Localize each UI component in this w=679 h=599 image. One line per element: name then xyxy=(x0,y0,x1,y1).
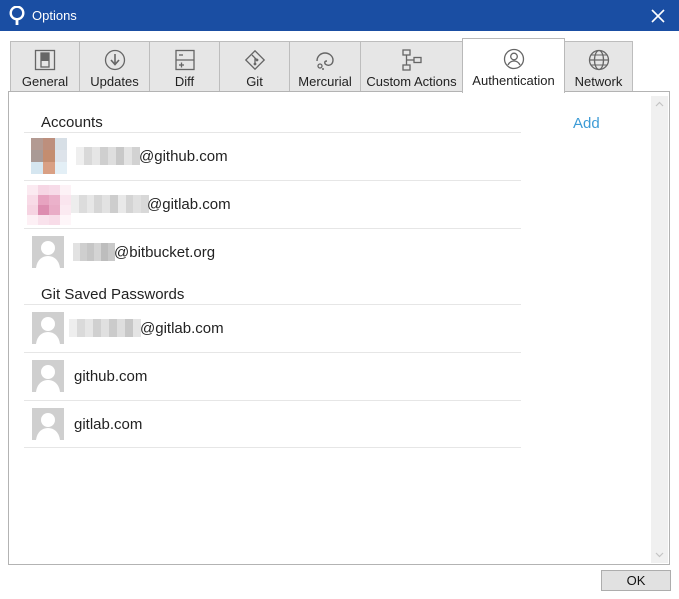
add-account-link[interactable]: Add xyxy=(573,115,600,132)
saved-password-label: github.com xyxy=(74,368,148,385)
tab-label: General xyxy=(21,74,69,89)
saved-password-row[interactable]: @gitlab.com xyxy=(24,304,521,352)
default-avatar-icon xyxy=(32,360,64,392)
tab-strip: General Updates Diff Git Mercurial Custo… xyxy=(10,38,650,93)
default-avatar-icon xyxy=(32,312,64,344)
download-circle-icon xyxy=(104,49,125,71)
git-saved-passwords-header: Git Saved Passwords xyxy=(41,286,185,303)
saved-password-label: @gitlab.com xyxy=(140,320,224,337)
vertical-scrollbar[interactable] xyxy=(651,96,668,563)
account-row[interactable]: @gitlab.com xyxy=(24,180,521,228)
default-avatar-icon xyxy=(32,236,64,268)
accounts-header: Accounts xyxy=(41,114,103,131)
switch-icon xyxy=(34,49,56,71)
window-title: Options xyxy=(32,8,77,23)
redacted-username xyxy=(71,195,149,213)
redacted-username xyxy=(73,243,115,261)
account-row[interactable]: @bitbucket.org xyxy=(24,228,521,276)
tab-label: Mercurial xyxy=(298,74,352,89)
account-label: @bitbucket.org xyxy=(114,244,216,261)
tab-label: Authentication xyxy=(472,73,555,88)
scroll-up-icon[interactable] xyxy=(651,96,668,113)
tab-updates[interactable]: Updates xyxy=(79,41,150,91)
account-label: @gitlab.com xyxy=(147,196,231,213)
tab-mercurial[interactable]: Mercurial xyxy=(289,41,361,91)
avatar xyxy=(27,185,71,225)
mercurial-icon xyxy=(316,52,334,70)
avatar xyxy=(31,138,67,174)
ok-button[interactable]: OK xyxy=(601,570,671,591)
redacted-username xyxy=(69,319,141,337)
tab-label: Custom Actions xyxy=(366,74,457,89)
tab-authentication[interactable]: Authentication xyxy=(462,38,565,93)
saved-password-row[interactable]: github.com xyxy=(24,352,521,400)
sourcetree-logo-icon xyxy=(9,6,25,25)
tab-git[interactable]: Git xyxy=(219,41,290,91)
title-bar: Options xyxy=(0,0,679,31)
tab-label: Diff xyxy=(174,74,195,89)
flowchart-icon xyxy=(401,49,422,71)
tab-custom-actions[interactable]: Custom Actions xyxy=(360,41,463,91)
tab-general[interactable]: General xyxy=(10,41,80,91)
default-avatar-icon xyxy=(32,408,64,440)
tab-label: Network xyxy=(574,74,623,89)
tab-diff[interactable]: Diff xyxy=(149,41,220,91)
git-icon xyxy=(244,49,265,71)
tab-label: Git xyxy=(246,74,263,89)
scroll-down-icon[interactable] xyxy=(651,546,668,563)
saved-password-row[interactable]: gitlab.com xyxy=(24,400,521,448)
diff-icon xyxy=(174,49,195,71)
tab-label: Updates xyxy=(90,74,139,89)
redacted-username xyxy=(76,147,140,165)
saved-password-label: gitlab.com xyxy=(74,416,143,433)
user-circle-icon xyxy=(503,48,524,70)
account-row[interactable]: @github.com xyxy=(24,132,521,180)
tab-network[interactable]: Network xyxy=(564,41,633,91)
close-icon[interactable] xyxy=(649,7,667,25)
account-label: @github.com xyxy=(139,148,228,165)
globe-icon xyxy=(588,49,609,71)
